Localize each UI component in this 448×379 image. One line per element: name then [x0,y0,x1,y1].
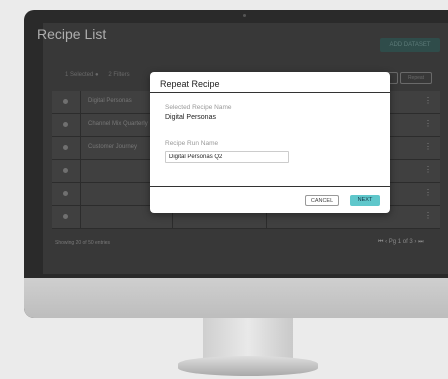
run-name-input[interactable] [165,151,289,163]
repeat-recipe-dialog: Repeat Recipe Selected Recipe Name Digit… [150,72,390,213]
run-name-label: Recipe Run Name [165,140,219,147]
row-menu-icon[interactable]: ⋮ [424,211,432,220]
monitor-stand-base [178,356,318,376]
monitor-chin [24,278,448,318]
next-button[interactable]: NEXT [350,195,380,206]
row-menu-icon[interactable]: ⋮ [424,165,432,174]
recipe-name: Customer Journey [88,144,138,150]
row-select-radio[interactable] [63,122,68,127]
selected-recipe-label: Selected Recipe Name [165,104,232,111]
entries-count: Showing 20 of 50 entries [55,240,111,246]
page-title: Recipe List [37,26,107,42]
row-menu-icon[interactable]: ⋮ [424,119,432,128]
camera-dot [243,14,246,17]
row-select-radio[interactable] [63,145,68,150]
row-menu-icon[interactable]: ⋮ [424,142,432,151]
dialog-title: Repeat Recipe [160,79,220,89]
selected-recipe-value: Digital Personas [165,114,216,121]
row-menu-icon[interactable]: ⋮ [424,96,432,105]
monitor-stand [203,318,293,360]
recipe-name: Channel Mix Quarterly [88,121,148,127]
row-select-radio[interactable] [63,99,68,104]
pagination[interactable]: ⏮ ‹ Pg 1 of 3 › ⏭ [378,239,423,246]
row-select-radio[interactable] [63,191,68,196]
row-select-radio[interactable] [63,168,68,173]
table-toolbar: 1 Selected ● 2 Filters [65,72,138,78]
row-menu-icon[interactable]: ⋮ [424,188,432,197]
divider [150,186,390,187]
recipe-name: Digital Personas [88,98,132,104]
cancel-button[interactable]: CANCEL [305,195,339,206]
add-dataset-button[interactable]: ADD DATASET [380,38,440,52]
selected-count[interactable]: 1 Selected ● [65,72,99,78]
row-select-radio[interactable] [63,214,68,219]
divider [150,92,390,93]
filters-toggle[interactable]: 2 Filters [108,72,129,78]
repeat-button[interactable]: Repeat [400,72,432,84]
